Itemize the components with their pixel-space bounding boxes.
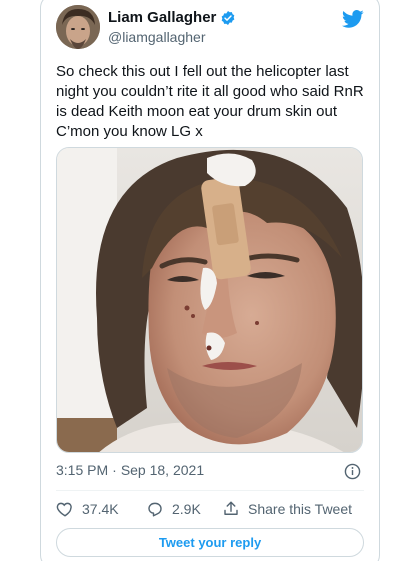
tweet-time: 3:15 PM [56, 462, 109, 478]
tweet-your-reply-button[interactable]: Tweet your reply [56, 528, 364, 557]
author-avatar[interactable] [56, 5, 100, 49]
tweet-text: So check this out I fell out the helicop… [56, 63, 364, 140]
share-icon [224, 501, 238, 515]
verified-badge-icon [222, 10, 235, 25]
like-count: 37.4K [82, 501, 119, 517]
author-display-name[interactable]: Liam Gallagher [108, 9, 216, 26]
twitter-bird-icon[interactable] [342, 8, 364, 30]
author-name-line: Liam Gallagher [108, 9, 236, 26]
reply-button[interactable]: 2.9K [146, 500, 201, 518]
author-handle[interactable]: @liamgallagher [108, 29, 205, 45]
reply-count: 2.9K [172, 501, 201, 517]
divider [56, 490, 364, 491]
share-button[interactable]: Share this Tweet [222, 500, 352, 518]
reply-bubble-icon [148, 502, 162, 517]
tweet-date: Sep 18, 2021 [120, 462, 205, 478]
selfie-photo [57, 148, 362, 452]
heart-icon [56, 502, 72, 517]
share-label: Share this Tweet [248, 501, 353, 517]
tweet-timestamp[interactable]: 3:15 PM · Sep 18, 2021 [56, 462, 204, 478]
like-button[interactable]: 37.4K [56, 500, 119, 518]
info-icon[interactable] [344, 463, 361, 480]
tweet-photo[interactable] [56, 147, 363, 453]
timestamp-separator: · [112, 462, 117, 478]
avatar-image [56, 5, 100, 49]
